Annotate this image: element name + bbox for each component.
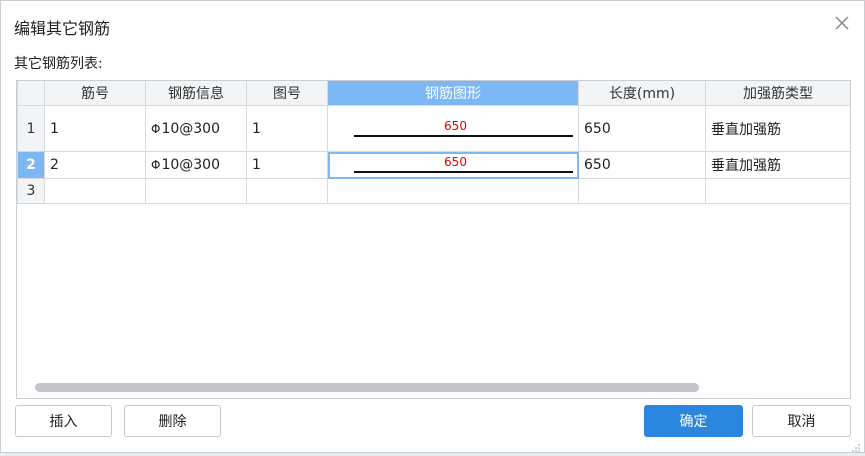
column-header-bar-no[interactable]: 筋号 <box>44 81 146 106</box>
cell-rebar-info[interactable]: Φ10@300 <box>145 105 247 152</box>
cell-rebar-info[interactable] <box>145 178 247 204</box>
rebar-grade-symbol: Φ <box>151 121 161 136</box>
cell-bar-no[interactable] <box>44 178 146 204</box>
cell-reinforcement-type[interactable] <box>705 178 850 204</box>
insert-button[interactable]: 插入 <box>15 405 112 437</box>
cell-length[interactable]: 650 <box>578 105 706 152</box>
cell-reinforcement-type[interactable]: 垂直加强筋 <box>705 151 850 179</box>
table-row[interactable]: 3 <box>17 178 850 204</box>
section-label: 其它钢筋列表: <box>14 56 103 72</box>
column-header-reinforcement-type[interactable]: 加强筋类型 <box>705 81 850 106</box>
shape-dimension-label: 650 <box>444 155 467 169</box>
shape-dimension-label: 650 <box>444 119 467 133</box>
cell-figure-no[interactable]: 1 <box>246 105 328 152</box>
rebar-line <box>354 135 573 137</box>
resize-grip-icon[interactable] <box>852 440 860 452</box>
cell-rebar-shape[interactable]: 650 <box>327 151 579 179</box>
rebar-line <box>354 171 573 173</box>
row-number[interactable]: 2 <box>17 151 45 179</box>
cell-length[interactable]: 650 <box>578 151 706 179</box>
rebar-shape-drawing: 650 <box>333 153 578 178</box>
column-header-rebar-info[interactable]: 钢筋信息 <box>145 81 247 106</box>
cell-rebar-shape[interactable] <box>327 178 579 204</box>
cell-bar-no[interactable]: 1 <box>44 105 146 152</box>
cell-rebar-shape[interactable]: 650 <box>327 105 579 152</box>
corner-header <box>17 81 45 106</box>
column-header-figure-no[interactable]: 图号 <box>246 81 328 106</box>
delete-button[interactable]: 删除 <box>124 405 221 437</box>
cell-reinforcement-type[interactable]: 垂直加强筋 <box>705 105 850 152</box>
cell-figure-no[interactable]: 1 <box>246 151 328 179</box>
close-icon[interactable] <box>832 13 852 33</box>
ok-button[interactable]: 确定 <box>644 405 743 437</box>
cell-length[interactable] <box>578 178 706 204</box>
cell-bar-no[interactable]: 2 <box>44 151 146 179</box>
row-number[interactable]: 1 <box>17 105 45 152</box>
column-header-length[interactable]: 长度(mm) <box>578 81 706 106</box>
rebar-grade-symbol: Φ <box>151 158 161 172</box>
cell-rebar-info[interactable]: Φ10@300 <box>145 151 247 179</box>
rebar-shape-drawing: 650 <box>333 107 578 151</box>
horizontal-scrollbar[interactable] <box>35 383 699 392</box>
rebar-table: 筋号 钢筋信息 图号 钢筋图形 长度(mm) 加强筋类型 1 1 Φ10@300… <box>16 80 851 399</box>
rebar-info-text: 10@300 <box>161 157 220 173</box>
dialog-title: 编辑其它钢筋 <box>14 19 111 38</box>
cell-figure-no[interactable] <box>246 178 328 204</box>
table-row[interactable]: 2 2 Φ10@300 1 650 650 垂直加强筋 <box>17 151 850 179</box>
rebar-info-text: 10@300 <box>161 120 220 137</box>
edit-other-rebar-dialog: 编辑其它钢筋 其它钢筋列表: 筋号 钢筋信息 图号 钢筋图形 长度(mm) 加强… <box>0 0 865 453</box>
row-number[interactable]: 3 <box>17 178 45 204</box>
column-header-rebar-shape[interactable]: 钢筋图形 <box>327 81 579 106</box>
table-row[interactable]: 1 1 Φ10@300 1 650 650 垂直加强筋 <box>17 105 850 152</box>
cancel-button[interactable]: 取消 <box>752 405 851 437</box>
